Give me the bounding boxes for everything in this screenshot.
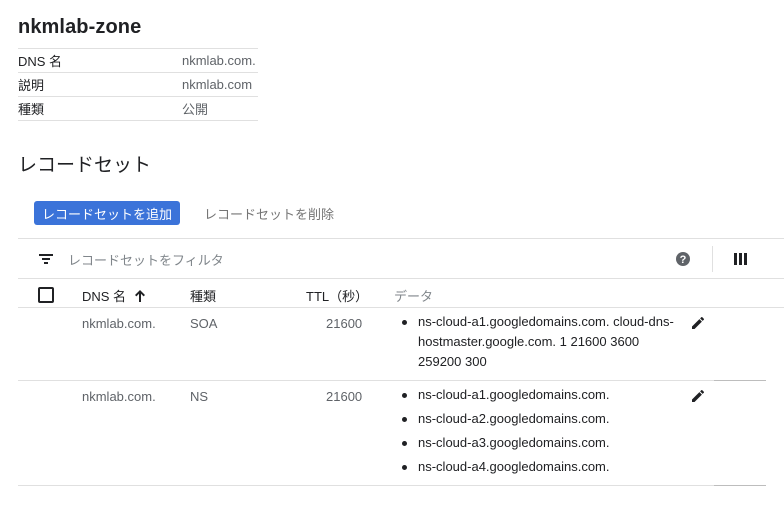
- detail-value: 公開: [182, 102, 209, 117]
- detail-value: nkmlab.com: [182, 77, 253, 92]
- cell-type: SOA: [190, 316, 218, 331]
- table-header: DNS 名 種類 TTL（秒） データ: [18, 279, 784, 308]
- column-header-type[interactable]: 種類: [190, 286, 216, 305]
- detail-label: 説明: [18, 78, 45, 93]
- arrow-up-icon: [135, 289, 146, 302]
- column-header-dns-name[interactable]: DNS 名: [82, 286, 146, 305]
- toolbar-divider: [712, 246, 713, 272]
- table-row: nkmlab.com. NS 21600 ns-cloud-a1.googled…: [18, 381, 784, 485]
- zone-details: DNS 名 nkmlab.com. 説明 nkmlab.com 種類 公開: [18, 48, 258, 121]
- cell-dns-name: nkmlab.com.: [82, 316, 156, 331]
- table-row: nkmlab.com. SOA 21600 ns-cloud-a1.google…: [18, 308, 784, 380]
- cell-dns-name: nkmlab.com.: [82, 389, 156, 404]
- detail-row-description: 説明 nkmlab.com: [18, 73, 258, 97]
- detail-row-dns-name: DNS 名 nkmlab.com.: [18, 49, 258, 73]
- columns-icon[interactable]: [734, 252, 748, 266]
- delete-recordset-button[interactable]: レコードセットを削除: [204, 201, 334, 225]
- detail-row-type: 種類 公開: [18, 97, 258, 121]
- cell-ttl: 21600: [326, 389, 363, 404]
- column-header-ttl[interactable]: TTL（秒）: [306, 286, 368, 305]
- zone-title: nkmlab-zone: [18, 16, 142, 38]
- detail-label: DNS 名: [18, 54, 63, 69]
- data-item: ns-cloud-a1.googledomains.com.: [400, 385, 680, 405]
- cell-data: ns-cloud-a1.googledomains.com. cloud-dns…: [400, 312, 680, 376]
- help-icon[interactable]: ?: [675, 251, 691, 267]
- column-header-data: データ: [394, 289, 434, 304]
- cell-ttl: 21600: [326, 316, 363, 331]
- data-item: ns-cloud-a1.googledomains.com. cloud-dns…: [400, 312, 680, 372]
- add-recordset-button[interactable]: レコードセットを追加: [34, 201, 181, 225]
- edit-icon[interactable]: [690, 388, 706, 404]
- cell-data: ns-cloud-a1.googledomains.com. ns-cloud-…: [400, 385, 680, 481]
- row-divider-right: [714, 485, 766, 486]
- detail-value: nkmlab.com.: [182, 53, 256, 68]
- detail-label: 種類: [18, 102, 45, 117]
- edit-icon[interactable]: [690, 315, 706, 331]
- data-item: ns-cloud-a2.googledomains.com.: [400, 409, 680, 429]
- filter-toolbar: レコードセットをフィルタ ?: [18, 238, 784, 279]
- filter-input[interactable]: レコードセットをフィルタ: [68, 250, 224, 269]
- row-divider: [18, 485, 714, 486]
- cell-type: NS: [190, 389, 209, 404]
- column-label: DNS 名: [82, 289, 127, 304]
- data-item: ns-cloud-a4.googledomains.com.: [400, 457, 680, 477]
- filter-icon[interactable]: [38, 251, 54, 267]
- select-all-checkbox[interactable]: [38, 287, 54, 303]
- recordsets-section-title: レコードセット: [18, 155, 152, 176]
- svg-text:?: ?: [680, 254, 687, 266]
- data-item: ns-cloud-a3.googledomains.com.: [400, 433, 680, 453]
